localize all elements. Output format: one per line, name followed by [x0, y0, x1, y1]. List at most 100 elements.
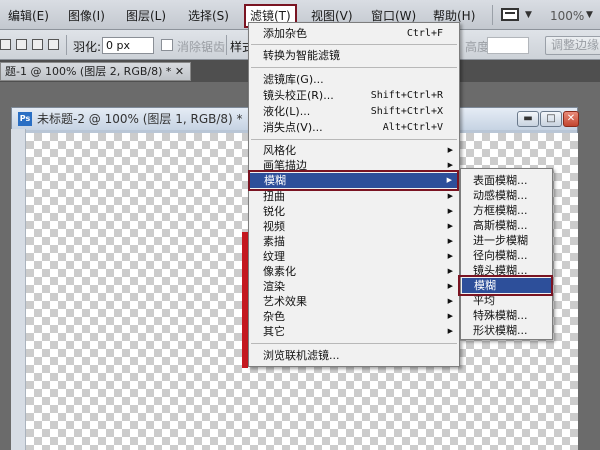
- menu-item-label: 像素化: [263, 265, 296, 278]
- submenu-arrow-icon: ▶: [447, 282, 453, 290]
- zoom-level[interactable]: 100%: [548, 6, 586, 26]
- antialias-checkbox[interactable]: [161, 39, 173, 51]
- menu-item-label: 浏览联机滤镜...: [263, 349, 340, 362]
- menu-image[interactable]: 图像(I): [66, 6, 107, 26]
- chevron-down-icon[interactable]: ▼: [525, 10, 532, 20]
- menu-select[interactable]: 选择(S): [186, 6, 231, 26]
- menu-item-render[interactable]: 渲染 ▶: [249, 279, 459, 294]
- submenu-blur-highlight-frame: [458, 275, 553, 296]
- antialias-label: 消除锯齿: [177, 40, 226, 54]
- menu-item-label: 消失点(V)...: [263, 121, 323, 134]
- menu-item-label: 液化(L)...: [263, 105, 311, 118]
- menu-separator: [251, 44, 457, 45]
- menu-item-distort[interactable]: 扭曲 ▶: [249, 189, 459, 204]
- submenu-item-surface-blur[interactable]: 表面模糊...: [461, 173, 552, 188]
- menu-item-label: 动感模糊...: [473, 189, 528, 202]
- menu-item-label: 锐化: [263, 205, 285, 218]
- submenu-item-box-blur[interactable]: 方框模糊...: [461, 203, 552, 218]
- menu-item-label: 其它: [263, 325, 285, 338]
- menu-item-label: 高斯模糊...: [473, 219, 528, 232]
- menu-layer[interactable]: 图层(L): [124, 6, 168, 26]
- submenu-arrow-icon: ▶: [447, 237, 453, 245]
- menu-item-texture[interactable]: 纹理 ▶: [249, 249, 459, 264]
- photoshop-icon: Ps: [18, 112, 32, 126]
- submenu-item-motion-blur[interactable]: 动感模糊...: [461, 188, 552, 203]
- menu-item-video[interactable]: 视频 ▶: [249, 219, 459, 234]
- intersect-selection-icon[interactable]: [48, 39, 59, 50]
- submenu-arrow-icon: ▶: [447, 267, 453, 275]
- options-divider-2: [226, 35, 227, 55]
- refine-edge-button[interactable]: 调整边缘: [545, 36, 600, 55]
- submenu-arrow-icon: ▶: [447, 222, 453, 230]
- menu-item-label: 纹理: [263, 250, 285, 263]
- menu-item-label: 风格化: [263, 144, 296, 157]
- menu-item-label: 添加杂色: [263, 27, 307, 40]
- filter-menu: 添加杂色 Ctrl+F 转换为智能滤镜 滤镜库(G)... 镜头校正(R)...…: [248, 22, 460, 367]
- menu-item-label: 渲染: [263, 280, 285, 293]
- submenu-arrow-icon: ▶: [447, 192, 453, 200]
- menu-item-pixelate[interactable]: 像素化 ▶: [249, 264, 459, 279]
- menu-item-artistic[interactable]: 艺术效果 ▶: [249, 294, 459, 309]
- canvas-left-ruler: [11, 129, 26, 450]
- menu-item-shortcut: Ctrl+F: [406, 28, 443, 39]
- menu-item-vanishing-point[interactable]: 消失点(V)... Alt+Ctrl+V: [249, 120, 459, 135]
- blur-submenu: 表面模糊... 动感模糊... 方框模糊... 高斯模糊... 进一步模糊 径向…: [460, 168, 553, 340]
- menu-edit[interactable]: 编辑(E): [6, 6, 51, 26]
- submenu-arrow-icon: ▶: [447, 327, 453, 335]
- feather-label: 羽化:: [73, 40, 102, 54]
- close-button[interactable]: ✕: [563, 111, 579, 127]
- menu-item-label: 进一步模糊: [473, 234, 528, 247]
- menu-item-lens-correction[interactable]: 镜头校正(R)... Shift+Ctrl+R: [249, 88, 459, 103]
- menu-item-noise[interactable]: 杂色 ▶: [249, 309, 459, 324]
- menu-item-label: 艺术效果: [263, 295, 307, 308]
- menu-separator: [251, 343, 457, 344]
- submenu-arrow-icon: ▶: [447, 312, 453, 320]
- menu-item-shortcut: Shift+Ctrl+X: [370, 106, 443, 117]
- menu-item-label: 径向模糊...: [473, 249, 528, 262]
- menu-item-label: 转换为智能滤镜: [263, 49, 340, 62]
- submenu-item-blur-more[interactable]: 进一步模糊: [461, 233, 552, 248]
- menu-item-smart-filter[interactable]: 转换为智能滤镜: [249, 48, 459, 63]
- menu-item-shortcut: Alt+Ctrl+V: [382, 122, 443, 133]
- subtract-selection-icon[interactable]: [32, 39, 43, 50]
- options-divider: [66, 35, 67, 55]
- menu-item-label: 镜头校正(R)...: [263, 89, 334, 102]
- menu-item-label: 扭曲: [263, 190, 285, 203]
- menu-item-label: 杂色: [263, 310, 285, 323]
- menubar-divider: [492, 5, 493, 25]
- submenu-item-smart-blur[interactable]: 特殊模糊...: [461, 308, 552, 323]
- menu-item-add-noise[interactable]: 添加杂色 Ctrl+F: [249, 26, 459, 41]
- menu-item-sharpen[interactable]: 锐化 ▶: [249, 204, 459, 219]
- new-selection-icon[interactable]: [0, 39, 11, 50]
- menu-item-filter-gallery[interactable]: 滤镜库(G)...: [249, 72, 459, 87]
- screen-mode-icon[interactable]: [501, 8, 519, 21]
- blur-highlight-frame: [248, 170, 459, 191]
- menu-item-browse-online[interactable]: 浏览联机滤镜...: [249, 348, 459, 363]
- add-selection-icon[interactable]: [16, 39, 27, 50]
- submenu-item-radial-blur[interactable]: 径向模糊...: [461, 248, 552, 263]
- document-title: 未标题-2 @ 100% (图层 1, RGB/8) *: [37, 112, 243, 126]
- feather-input[interactable]: 0 px: [102, 37, 154, 54]
- submenu-arrow-icon: ▶: [447, 207, 453, 215]
- submenu-item-gaussian-blur[interactable]: 高斯模糊...: [461, 218, 552, 233]
- submenu-arrow-icon: ▶: [447, 252, 453, 260]
- menu-item-label: 表面模糊...: [473, 174, 528, 187]
- menu-item-other[interactable]: 其它 ▶: [249, 324, 459, 339]
- menu-item-stylize[interactable]: 风格化 ▶: [249, 143, 459, 158]
- maximize-button[interactable]: □: [540, 111, 562, 127]
- menu-item-label: 素描: [263, 235, 285, 248]
- document-tab[interactable]: 题-1 @ 100% (图层 2, RGB/8) * ✕: [0, 62, 192, 81]
- menu-item-label: 形状模糊...: [473, 324, 528, 337]
- height-input[interactable]: [487, 37, 529, 54]
- menu-separator: [251, 67, 457, 68]
- menu-item-label: 方框模糊...: [473, 204, 528, 217]
- submenu-arrow-icon: ▶: [447, 146, 453, 154]
- menu-separator: [251, 139, 457, 140]
- minimize-button[interactable]: ▬: [517, 111, 539, 127]
- menu-item-shortcut: Shift+Ctrl+R: [370, 90, 443, 101]
- zoom-chevron-down-icon[interactable]: ▼: [586, 10, 593, 20]
- submenu-arrow-icon: ▶: [447, 297, 453, 305]
- submenu-item-shape-blur[interactable]: 形状模糊...: [461, 323, 552, 338]
- menu-item-sketch[interactable]: 素描 ▶: [249, 234, 459, 249]
- menu-item-liquify[interactable]: 液化(L)... Shift+Ctrl+X: [249, 104, 459, 119]
